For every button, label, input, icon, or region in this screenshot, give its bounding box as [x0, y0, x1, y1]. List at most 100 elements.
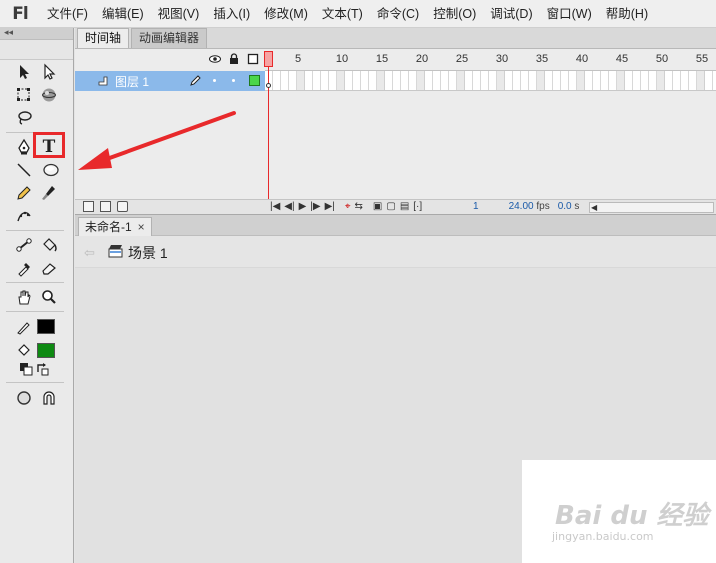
menu-items: 文件(F) 编辑(E) 视图(V) 插入(I) 修改(M) 文本(T) 命令(C…: [40, 0, 655, 28]
lock-icon[interactable]: [228, 53, 240, 65]
menu-edit[interactable]: 编辑(E): [95, 0, 151, 28]
pencil-edit-icon: [190, 75, 201, 86]
tools-grip[interactable]: [0, 40, 73, 60]
3d-rotation-tool-icon[interactable]: [38, 84, 60, 106]
go-to-last-frame-icon[interactable]: ▶|: [325, 201, 335, 212]
tools-panel: ◂◂ T: [0, 28, 74, 563]
oval-tool-highlight: [33, 132, 65, 158]
snap-magnet-icon[interactable]: [38, 387, 60, 409]
ruler-label: 25: [455, 53, 469, 65]
stroke-color-pencil-icon: [13, 316, 35, 338]
lasso-tool-icon[interactable]: [13, 107, 35, 129]
menu-debug[interactable]: 调试(D): [483, 0, 539, 28]
playback-controls: |◀ ◀| ▶ |▶ ▶| ⌖ ⇆ ▣ ▢ ▤ [·]: [270, 201, 422, 212]
fill-color-swatch[interactable]: [37, 343, 55, 358]
onion-skin-icon[interactable]: ▣: [373, 201, 382, 212]
outline-toggle-icon[interactable]: [247, 53, 259, 65]
center-frame-icon[interactable]: ⌖: [345, 201, 351, 212]
stroke-color-swatch[interactable]: [37, 319, 55, 334]
modify-onion-markers-icon[interactable]: [·]: [413, 201, 422, 212]
onion-outline-icon[interactable]: ▢: [386, 201, 395, 212]
pen-tool-icon[interactable]: [13, 136, 35, 158]
selection-tool-icon[interactable]: [13, 61, 35, 83]
menu-insert[interactable]: 插入(I): [206, 0, 257, 28]
playhead[interactable]: [264, 51, 273, 67]
fill-color-bucket-icon: [13, 340, 35, 362]
menu-commands[interactable]: 命令(C): [370, 0, 426, 28]
menu-control[interactable]: 控制(O): [426, 0, 483, 28]
subselection-tool-icon[interactable]: [38, 61, 60, 83]
free-transform-tool-icon[interactable]: [13, 84, 35, 106]
empty-keyframe[interactable]: [266, 83, 271, 88]
timeline-panel: 1 5 10 15 20 25 30 35 40 45 50 55 图层 1: [75, 49, 716, 214]
bone-tool-icon[interactable]: [13, 234, 35, 256]
swap-colors-icon[interactable]: [35, 362, 49, 376]
layer-buttons: [83, 201, 128, 212]
eraser-tool-icon[interactable]: [38, 257, 60, 279]
menu-window[interactable]: 窗口(W): [540, 0, 599, 28]
oval-tool-icon[interactable]: [40, 159, 62, 181]
timeline-tabs: 时间轴 动画编辑器: [75, 28, 716, 49]
menu-text[interactable]: 文本(T): [315, 0, 370, 28]
new-folder-icon[interactable]: [100, 201, 111, 212]
elapsed-time: 0.0: [557, 201, 572, 212]
ruler-label: 20: [415, 53, 429, 65]
loop-icon[interactable]: ⇆: [355, 201, 363, 212]
ruler-label: 50: [655, 53, 669, 65]
go-to-first-frame-icon[interactable]: |◀: [270, 201, 280, 212]
menu-view[interactable]: 视图(V): [151, 0, 207, 28]
frames-row[interactable]: [265, 71, 716, 91]
close-tab-icon[interactable]: ×: [138, 220, 145, 234]
ruler-label: 35: [535, 53, 549, 65]
visibility-dot-icon[interactable]: [213, 79, 216, 82]
document-tab[interactable]: 未命名-1 ×: [78, 217, 152, 237]
menu-file[interactable]: 文件(F): [40, 0, 95, 28]
scroll-left-icon[interactable]: ◀: [591, 203, 597, 213]
back-arrow-icon[interactable]: ⇦: [84, 245, 95, 261]
current-frame: 1: [473, 201, 479, 212]
tools-divider: [6, 230, 64, 231]
brush-tool-icon[interactable]: [38, 182, 60, 204]
ruler-label: 15: [375, 53, 389, 65]
document-tabs: 未命名-1 ×: [75, 214, 716, 237]
frame-ruler[interactable]: 1 5 10 15 20 25 30 35 40 45 50 55: [265, 49, 716, 71]
layer-name: 图层 1: [115, 75, 150, 89]
tab-timeline[interactable]: 时间轴: [77, 28, 130, 48]
frame-rate[interactable]: 24.00: [509, 201, 534, 212]
paint-bucket-tool-icon[interactable]: [38, 234, 60, 256]
line-tool-icon[interactable]: [13, 159, 35, 181]
new-layer-icon[interactable]: [83, 201, 94, 212]
timeline-scrollbar[interactable]: ◀: [589, 202, 714, 213]
step-forward-icon[interactable]: |▶: [310, 201, 320, 212]
flash-ide-window: Fl 文件(F) 编辑(E) 视图(V) 插入(I) 修改(M) 文本(T) 命…: [0, 0, 716, 563]
play-icon[interactable]: ▶: [299, 201, 307, 212]
tools-collapse-button[interactable]: ◂◂: [0, 28, 73, 40]
edit-bar: ⇦ 场景 1: [75, 236, 716, 268]
tools-divider: [6, 382, 64, 383]
outline-color-square[interactable]: [249, 75, 260, 86]
eyedropper-tool-icon[interactable]: [13, 257, 35, 279]
tab-motion-editor[interactable]: 动画编辑器: [131, 28, 208, 48]
document-tab-title: 未命名-1: [85, 220, 132, 234]
menu-help[interactable]: 帮助(H): [599, 0, 655, 28]
hand-tool-icon[interactable]: [13, 286, 35, 308]
timeline-footer: |◀ ◀| ▶ |▶ ▶| ⌖ ⇆ ▣ ▢ ▤ [·] 1 24.00 fps …: [75, 199, 716, 214]
lock-dot-icon[interactable]: [232, 79, 235, 82]
delete-layer-icon[interactable]: [117, 201, 128, 212]
edit-multiple-frames-icon[interactable]: ▤: [400, 201, 409, 212]
object-drawing-icon[interactable]: [13, 387, 35, 409]
ruler-label: 5: [294, 53, 302, 65]
scene-name[interactable]: 场景 1: [128, 243, 168, 263]
deco-tool-icon[interactable]: [13, 205, 35, 227]
show-hide-eye-icon[interactable]: [209, 53, 221, 65]
layer-icon: [98, 76, 108, 86]
default-colors-icon[interactable]: [19, 362, 33, 376]
menu-modify[interactable]: 修改(M): [257, 0, 315, 28]
zoom-tool-icon[interactable]: [38, 286, 60, 308]
frame-info: 1 24.00 fps 0.0 s: [473, 201, 579, 212]
pencil-tool-icon[interactable]: [13, 182, 35, 204]
timeline-header: 1 5 10 15 20 25 30 35 40 45 50 55: [75, 49, 716, 71]
step-back-icon[interactable]: ◀|: [284, 201, 294, 212]
layer-row[interactable]: 图层 1: [75, 71, 265, 91]
app-logo: Fl: [12, 3, 28, 24]
